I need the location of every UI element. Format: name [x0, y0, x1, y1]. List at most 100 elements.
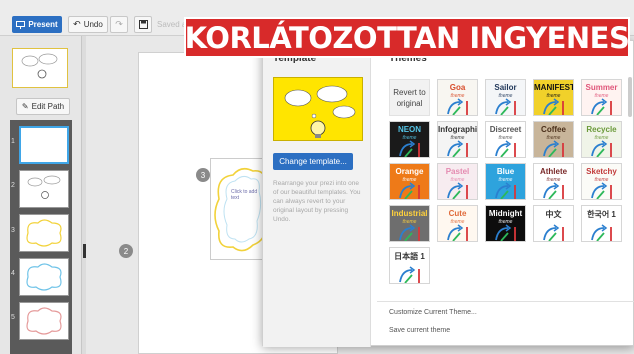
- theme-name: Discreet: [489, 125, 522, 134]
- theme-tile[interactable]: Sketchy theme: [581, 163, 622, 200]
- edit-path-button[interactable]: ✎ Edit Path: [16, 98, 70, 115]
- path-arrows-icon: [399, 182, 420, 199]
- theme-name: 中文: [545, 210, 562, 219]
- edit-path-label: Edit Path: [31, 102, 65, 111]
- slide-thumbnail[interactable]: [19, 214, 69, 252]
- theme-tile[interactable]: NEON theme: [389, 121, 430, 158]
- theme-tile[interactable]: Athlete theme: [533, 163, 574, 200]
- theme-name: Infographic: [438, 125, 478, 134]
- slide-thumbnail[interactable]: [19, 170, 69, 208]
- theme-tile[interactable]: Industrial theme: [389, 205, 430, 242]
- undo-icon: ↶: [73, 19, 81, 29]
- theme-name: Cute: [448, 209, 467, 218]
- path-sidebar: ✎ Edit Path 1 2 3 4 5: [0, 36, 82, 354]
- theme-tile[interactable]: Blue theme: [485, 163, 526, 200]
- theme-tile[interactable]: Orange theme: [389, 163, 430, 200]
- theme-name: Goa: [449, 83, 466, 92]
- path-arrows-icon: [591, 98, 612, 115]
- slide-thumbnail[interactable]: [19, 126, 69, 164]
- theme-name: MANIFESTO: [534, 83, 573, 92]
- path-arrows-icon: [447, 182, 468, 199]
- undo-label: Undo: [83, 20, 103, 29]
- theme-tile[interactable]: Infographic theme: [437, 121, 478, 158]
- projector-icon: [16, 20, 26, 29]
- path-arrows-icon: [447, 140, 468, 157]
- change-template-button[interactable]: Change template...: [273, 153, 353, 170]
- thought-clouds-icon: [21, 53, 58, 79]
- theme-name: Recycle: [586, 125, 617, 134]
- overview-thumbnail[interactable]: [12, 48, 68, 88]
- floppy-disk-icon: [138, 20, 148, 29]
- slide-number: 4: [11, 270, 15, 277]
- theme-name: Midnight: [488, 209, 523, 218]
- save-theme-link[interactable]: Save current theme: [389, 327, 450, 334]
- undo-button[interactable]: ↶ Undo: [68, 16, 108, 33]
- theme-tile[interactable]: Sailor theme: [485, 79, 526, 116]
- present-button[interactable]: Present: [12, 16, 62, 33]
- path-arrows-icon: [447, 224, 468, 241]
- customize-theme-link[interactable]: Customize Current Theme...: [389, 309, 477, 316]
- path-arrows-icon: [495, 98, 516, 115]
- path-arrows-icon: [543, 224, 564, 241]
- theme-tile[interactable]: 日本語 1: [389, 247, 430, 284]
- theme-tile[interactable]: Midnight theme: [485, 205, 526, 242]
- theme-tile[interactable]: Cute theme: [437, 205, 478, 242]
- save-button[interactable]: [134, 16, 152, 33]
- path-step-marker[interactable]: 2: [119, 244, 133, 258]
- thought-clouds-lightbulb-icon: [284, 85, 356, 138]
- path-step-marker[interactable]: 3: [196, 168, 210, 182]
- theme-name: Sketchy: [586, 167, 617, 176]
- revert-to-original-button[interactable]: Revert to original: [389, 79, 430, 116]
- theme-tile[interactable]: Discreet theme: [485, 121, 526, 158]
- theme-name: Coffee: [541, 125, 566, 134]
- template-description: Rearrange your prezi into one of our bea…: [273, 180, 361, 223]
- path-arrows-icon: [495, 224, 516, 241]
- path-arrows-icon: [543, 140, 564, 157]
- path-arrows-icon: [447, 98, 468, 115]
- slide-list: 1 2 3 4 5: [10, 120, 72, 354]
- cloud-frame[interactable]: Click to add text: [210, 158, 267, 260]
- app-window: { "toolbar": { "present_label": "Present…: [0, 0, 634, 354]
- theme-name: Summer: [585, 83, 618, 92]
- theme-tile[interactable]: Summer theme: [581, 79, 622, 116]
- theme-name: Pastel: [445, 167, 470, 176]
- theme-tile[interactable]: Pastel theme: [437, 163, 478, 200]
- theme-tile[interactable]: Goa theme: [437, 79, 478, 116]
- theme-name: Blue: [496, 167, 515, 176]
- theme-name: Orange: [395, 167, 424, 176]
- path-arrows-icon: [543, 182, 564, 199]
- thought-clouds-icon: [27, 175, 61, 199]
- theme-tile[interactable]: 한국어 1: [581, 205, 622, 242]
- path-arrows-icon: [495, 140, 516, 157]
- path-arrows-icon: [591, 140, 612, 157]
- slide-thumbnail[interactable]: [19, 302, 69, 340]
- present-label: Present: [28, 20, 58, 29]
- path-arrows-icon: [399, 140, 420, 157]
- theme-name: 한국어 1: [587, 210, 616, 219]
- theme-name: Industrial: [391, 209, 428, 218]
- blue-cloud-icon: [26, 263, 62, 291]
- yellow-cloud-icon: [26, 219, 62, 247]
- theme-tile[interactable]: Recycle theme: [581, 121, 622, 158]
- path-arrows-icon: [399, 224, 420, 241]
- frame-caption: Click to add text: [231, 189, 258, 201]
- yellow-cloud-shape-icon: [214, 167, 267, 252]
- red-cloud-icon: [26, 307, 62, 335]
- template-column: Template Change template... Rearrange yo…: [263, 41, 371, 347]
- template-theme-popup: Template Change template... Rearrange yo…: [262, 40, 634, 347]
- redo-icon: ↷: [115, 19, 123, 29]
- path-arrows-icon: [591, 224, 612, 241]
- theme-tile[interactable]: Coffee theme: [533, 121, 574, 158]
- theme-name: Athlete: [539, 167, 568, 176]
- promo-banner: KORLÁTOZOTTAN INGYENES: [184, 17, 630, 58]
- path-arrows-icon: [543, 98, 564, 115]
- template-preview[interactable]: [273, 77, 363, 141]
- scrollbar[interactable]: [628, 77, 632, 117]
- pencil-icon: ✎: [21, 102, 29, 111]
- theme-tile[interactable]: MANIFESTOtheme: [533, 79, 574, 116]
- slide-thumbnail[interactable]: [19, 258, 69, 296]
- slide-number: 5: [11, 314, 15, 321]
- theme-tile[interactable]: 中文: [533, 205, 574, 242]
- redo-button[interactable]: ↷: [110, 16, 128, 33]
- divider: [377, 301, 634, 302]
